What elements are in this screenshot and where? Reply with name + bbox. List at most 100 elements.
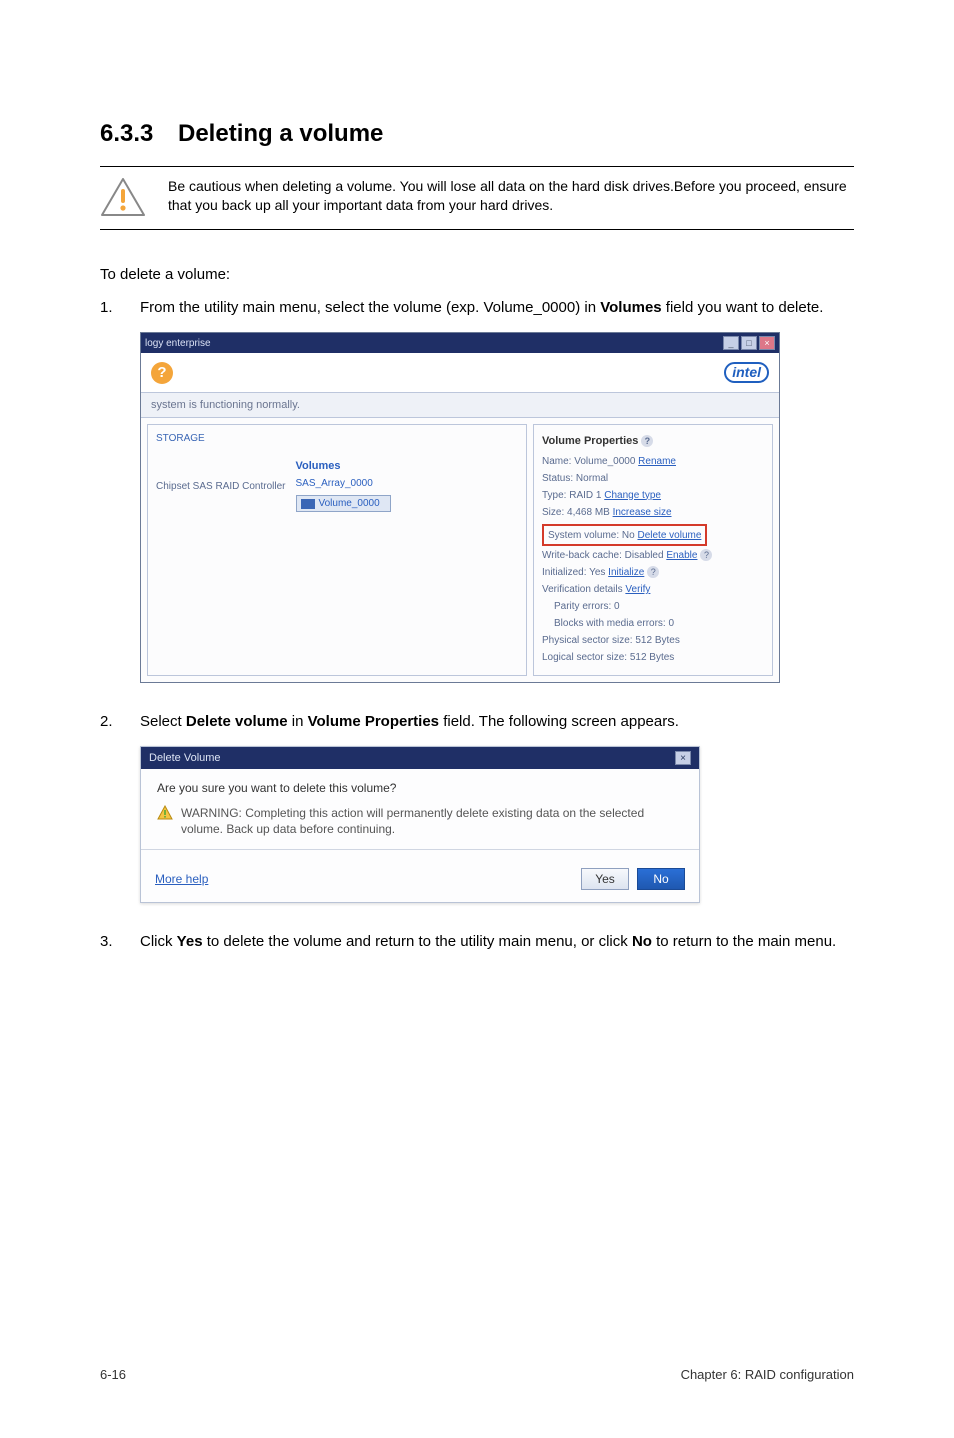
dialog-title: Delete Volume <box>149 752 221 764</box>
step-1-text-a: From the utility main menu, select the v… <box>140 299 600 316</box>
chapter-label: Chapter 6: RAID configuration <box>681 1367 854 1382</box>
enable-cache-link[interactable]: Enable <box>666 550 697 561</box>
page-number: 6-16 <box>100 1367 126 1382</box>
prop-type: Type: RAID 1 Change type <box>542 488 764 503</box>
change-type-link[interactable]: Change type <box>604 490 661 501</box>
volume-icon <box>301 499 315 509</box>
caution-text: Be cautious when deleting a volume. You … <box>168 177 854 217</box>
step-2-b2: Volume Properties <box>308 713 439 730</box>
page: 6.3.3Deleting a volume Be cautious when … <box>0 0 954 1438</box>
no-button[interactable]: No <box>637 868 685 890</box>
prop-verify-text: Verification details <box>542 584 625 595</box>
step-2-after: field. The following screen appears. <box>439 713 679 730</box>
prop-cache: Write-back cache: Disabled Enable? <box>542 548 764 563</box>
step-2: 2. Select Delete volume in Volume Proper… <box>100 711 854 732</box>
rule-bottom <box>100 229 854 230</box>
step-1-num: 1. <box>100 297 140 318</box>
step-1-bold: Volumes <box>600 299 661 316</box>
s1-titlebar: logy enterprise _ □ × <box>141 333 779 353</box>
yes-button[interactable]: Yes <box>581 868 629 890</box>
help-badge-icon-2[interactable]: ? <box>700 549 712 561</box>
s1-right-panel: Volume Properties? Name: Volume_0000 Ren… <box>533 424 773 676</box>
step-3-a: Click <box>140 933 177 950</box>
s1-left-panel: STORAGE Chipset SAS RAID Controller Volu… <box>147 424 527 676</box>
dialog-warning: WARNING: Completing this action will per… <box>157 805 683 837</box>
step-3-b2: No <box>632 933 652 950</box>
array-link[interactable]: SAS_Array_0000 <box>296 478 391 489</box>
prop-sysvol: System volume: No Delete volume <box>548 530 701 541</box>
step-1-text-b: field you want to delete. <box>662 299 824 316</box>
prop-cache-text: Write-back cache: Disabled <box>542 550 666 561</box>
intro-text: To delete a volume: <box>100 266 854 283</box>
step-2-b1: Delete volume <box>186 713 288 730</box>
warning-icon <box>100 177 146 217</box>
step-3-b1: Yes <box>177 933 203 950</box>
help-icon[interactable]: ? <box>151 362 173 384</box>
prop-phys-sector: Physical sector size: 512 Bytes <box>542 633 764 648</box>
step-3-body: Click Yes to delete the volume and retur… <box>140 931 854 952</box>
volume-properties-title: Volume Properties? <box>542 433 764 450</box>
delete-volume-dialog: Delete Volume × Are you sure you want to… <box>140 746 700 903</box>
step-2-num: 2. <box>100 711 140 732</box>
volume-chip-label: Volume_0000 <box>319 498 380 509</box>
heading: 6.3.3Deleting a volume <box>100 120 854 148</box>
caution-callout: Be cautious when deleting a volume. You … <box>100 167 854 229</box>
screenshot-2-wrap: Delete Volume × Are you sure you want to… <box>100 746 854 903</box>
heading-number: 6.3.3 <box>100 120 178 148</box>
step-1-body: From the utility main menu, select the v… <box>140 297 854 318</box>
prop-name-text: Name: Volume_0000 <box>542 456 638 467</box>
prop-type-text: Type: RAID 1 <box>542 490 604 501</box>
vp-title-text: Volume Properties <box>542 435 638 447</box>
verify-link[interactable]: Verify <box>625 584 650 595</box>
dialog-buttons: Yes No <box>581 868 685 890</box>
heading-title: Deleting a volume <box>178 120 383 147</box>
screenshot-1-wrap: logy enterprise _ □ × ? intel system is … <box>100 332 854 683</box>
dialog-titlebar: Delete Volume × <box>141 747 699 769</box>
s1-tab-label: STORAGE <box>156 433 518 444</box>
prop-init-text: Initialized: Yes <box>542 567 608 578</box>
volume-chip[interactable]: Volume_0000 <box>296 495 391 512</box>
s1-header: ? intel <box>141 353 779 393</box>
dialog-footer: More help Yes No <box>141 858 699 902</box>
step-1: 1. From the utility main menu, select th… <box>100 297 854 318</box>
s1-window-controls: _ □ × <box>723 336 775 350</box>
initialize-link[interactable]: Initialize <box>608 567 644 578</box>
delete-volume-link[interactable]: Delete volume <box>637 530 701 541</box>
warning-triangle-icon <box>157 805 173 821</box>
increase-size-link[interactable]: Increase size <box>613 507 672 518</box>
more-help-link[interactable]: More help <box>155 872 208 886</box>
prop-log-sector: Logical sector size: 512 Bytes <box>542 650 764 665</box>
s1-status-text: system is functioning normally. <box>141 393 779 418</box>
s1-tree-col: Volumes SAS_Array_0000 Volume_0000 <box>296 460 391 512</box>
step-3-after: to return to the main menu. <box>652 933 836 950</box>
help-badge-icon-3[interactable]: ? <box>647 566 659 578</box>
help-badge-icon[interactable]: ? <box>641 435 653 447</box>
prop-size-text: Size: 4,468 MB <box>542 507 613 518</box>
volumes-label: Volumes <box>296 460 391 472</box>
s1-tree: Chipset SAS RAID Controller Volumes SAS_… <box>156 460 518 512</box>
step-3: 3. Click Yes to delete the volume and re… <box>100 931 854 952</box>
step-2-body: Select Delete volume in Volume Propertie… <box>140 711 854 732</box>
prop-parity: Parity errors: 0 <box>542 599 764 614</box>
dialog-close-button[interactable]: × <box>675 751 691 765</box>
dialog-warning-text: WARNING: Completing this action will per… <box>181 805 683 837</box>
maximize-button[interactable]: □ <box>741 336 757 350</box>
prop-blocks: Blocks with media errors: 0 <box>542 616 764 631</box>
rename-link[interactable]: Rename <box>638 456 676 467</box>
page-footer: 6-16 Chapter 6: RAID configuration <box>100 1367 854 1382</box>
s1-window-title: logy enterprise <box>145 338 211 349</box>
intel-logo: intel <box>724 362 769 383</box>
s1-body: STORAGE Chipset SAS RAID Controller Volu… <box>141 418 779 682</box>
prop-status: Status: Normal <box>542 471 764 486</box>
step-3-num: 3. <box>100 931 140 952</box>
prop-size: Size: 4,468 MB Increase size <box>542 505 764 520</box>
dialog-divider <box>141 849 699 850</box>
step-2-a: Select <box>140 713 186 730</box>
prop-init: Initialized: Yes Initialize? <box>542 565 764 580</box>
s1-controller-label[interactable]: Chipset SAS RAID Controller <box>156 481 286 492</box>
prop-sysvol-text: System volume: No <box>548 530 637 541</box>
step-3-mid: to delete the volume and return to the u… <box>203 933 632 950</box>
minimize-button[interactable]: _ <box>723 336 739 350</box>
close-button[interactable]: × <box>759 336 775 350</box>
dialog-question: Are you sure you want to delete this vol… <box>157 781 683 795</box>
